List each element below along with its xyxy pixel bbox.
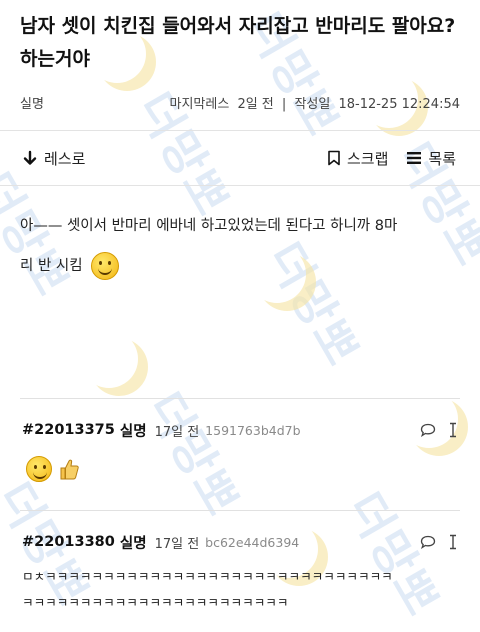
list-icon xyxy=(407,152,422,164)
comment-id-hash: bc62e44d6394 xyxy=(205,534,300,550)
comment-time: 17일 전 xyxy=(154,424,200,440)
author-name: 실명 xyxy=(20,96,44,112)
reply-speech-bubble-icon[interactable] xyxy=(420,423,436,437)
go-to-replies-button[interactable]: 레스로 xyxy=(22,148,85,169)
bookmark-icon xyxy=(328,150,340,166)
list-button[interactable]: 목록 xyxy=(406,148,456,169)
smiley-emoticon-icon xyxy=(91,252,120,280)
comment-body xyxy=(22,456,462,482)
comment-item: #22013380 실명 17일 전 bc62e44d6394 ㅁㅊㅋㅋㅋㅋㅋㅋ… xyxy=(22,530,462,616)
comment-item: #22013375 실명 17일 전 1591763b4d7b xyxy=(22,418,462,482)
comment-actions xyxy=(420,422,458,438)
divider xyxy=(20,510,460,511)
comment-header: #22013375 실명 17일 전 1591763b4d7b xyxy=(22,418,462,442)
comment-body-line: ㅋㅋㅋㅋㅋㅋㅋㅋㅋㅋㅋㅋㅋㅋㅋㅋㅋㅋㅋㅋㅋㅋㅋ xyxy=(22,595,289,610)
post-body-line: 아—— 셋이서 반마리 에바네 하고있었는데 된다고 하니까 8마 xyxy=(20,218,398,234)
comment-number[interactable]: #22013380 xyxy=(22,534,115,550)
divider xyxy=(20,398,460,399)
comment-author: 실명 xyxy=(119,535,147,552)
created-label: 작성일 xyxy=(294,96,331,112)
created-timestamp: 18-12-25 12:24:54 xyxy=(338,96,460,112)
post-body: 아—— 셋이서 반마리 에바네 하고있었는데 된다고 하니까 8마 리 반 시킴 xyxy=(20,206,460,286)
post-body-line-2: 리 반 시킴 xyxy=(20,246,460,286)
comment-time: 17일 전 xyxy=(154,536,200,552)
post-meta-right: 마지막레스 2일 전 | 작성일 18-12-25 12:24:54 xyxy=(165,93,460,112)
comment-number[interactable]: #22013375 xyxy=(22,422,115,438)
post-title: 남자 셋이 치킨집 들어와서 자리잡고 반마리도 팔아요? 하는거야 xyxy=(20,15,456,70)
meta-divider: | xyxy=(281,96,287,112)
scrap-label: 스크랩 xyxy=(346,149,389,168)
list-label: 목록 xyxy=(428,149,456,168)
smiley-emoticon-icon xyxy=(26,456,52,482)
comment-actions xyxy=(420,534,458,550)
post-body-line: 리 반 시킴 xyxy=(20,258,83,274)
text-cursor-icon[interactable] xyxy=(448,534,458,550)
comment-id-hash: 1591763b4d7b xyxy=(205,422,301,438)
arrow-down-icon xyxy=(23,150,37,165)
post-action-bar: 레스로 스크랩 목록 xyxy=(0,130,480,186)
text-cursor-icon[interactable] xyxy=(448,422,458,438)
comment-header: #22013380 실명 17일 전 bc62e44d6394 xyxy=(22,530,462,554)
post-meta: 실명 마지막레스 2일 전 | 작성일 18-12-25 12:24:54 xyxy=(0,82,480,122)
comment-body-line: ㅁㅊㅋㅋㅋㅋㅋㅋㅋㅋㅋㅋㅋㅋㅋㅋㅋㅋㅋㅋㅋㅋㅋㅋㅋㅋㅋㅋㅋㅋㅋㅋ xyxy=(22,569,393,584)
post-ago: 2일 전 xyxy=(237,96,274,112)
comment-body: ㅁㅊㅋㅋㅋㅋㅋㅋㅋㅋㅋㅋㅋㅋㅋㅋㅋㅋㅋㅋㅋㅋㅋㅋㅋㅋㅋㅋㅋㅋㅋㅋ ㅋㅋㅋㅋㅋㅋㅋ… xyxy=(22,564,462,616)
watermark-moon xyxy=(80,330,138,388)
thumbs-up-icon xyxy=(60,459,80,480)
go-to-replies-label: 레스로 xyxy=(44,149,86,168)
board-name[interactable]: 마지막레스 xyxy=(169,97,229,112)
scrap-button[interactable]: 스크랩 xyxy=(327,148,388,169)
comment-author: 실명 xyxy=(119,423,147,440)
reply-speech-bubble-icon[interactable] xyxy=(420,535,436,549)
